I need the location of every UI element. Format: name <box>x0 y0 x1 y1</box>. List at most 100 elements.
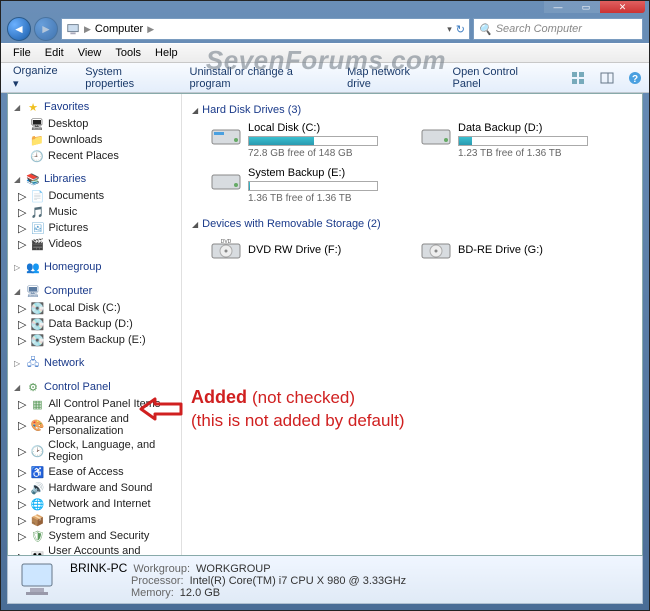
removable-section-header[interactable]: ◢ Devices with Removable Storage (2) <box>192 214 632 234</box>
device-dvd-rw[interactable]: DVD DVD RW Drive (F:) <box>210 236 400 264</box>
expand-icon: ▷ <box>14 359 22 368</box>
sidebar-item-ease[interactable]: ▷♿Ease of Access <box>8 464 181 480</box>
drive-icon: 💽 <box>30 333 44 347</box>
computer-large-icon <box>18 560 60 600</box>
drive-local-c[interactable]: Local Disk (C:) 72.8 GB free of 148 GB <box>210 122 400 159</box>
homegroup-icon: 👥 <box>26 260 40 274</box>
sidebar-item-recent[interactable]: 🕘Recent Places <box>8 148 181 164</box>
hdd-section-header[interactable]: ◢ Hard Disk Drives (3) <box>192 100 632 120</box>
search-icon: 🔍 <box>478 23 492 36</box>
preview-pane-icon[interactable] <box>598 69 614 87</box>
drive-usage-bar <box>248 136 378 146</box>
network-header[interactable]: ▷ 🖧 Network <box>8 354 181 372</box>
map-drive-button[interactable]: Map network drive <box>341 63 434 93</box>
expand-icon: ▷ <box>18 482 26 495</box>
sidebar-item-appearance[interactable]: ▷🎨Appearance and Personalization <box>8 412 181 438</box>
homegroup-header[interactable]: ▷ 👥 Homegroup <box>8 258 181 276</box>
sidebar-item-local-c[interactable]: ▷💽Local Disk (C:) <box>8 300 181 316</box>
device-name: DVD RW Drive (F:) <box>248 244 341 256</box>
expand-icon: ▷ <box>18 551 26 556</box>
optical-drive-icon <box>420 236 452 264</box>
processor-value: Intel(R) Core(TM) i7 CPU X 980 @ 3.33GHz <box>190 575 407 587</box>
cp-icon: 🔊 <box>30 481 44 495</box>
refresh-icon[interactable]: ↻ <box>456 23 465 36</box>
sidebar-item-all-cp[interactable]: ▷▦All Control Panel Items <box>8 396 181 412</box>
drive-icon: 💽 <box>30 317 44 331</box>
drive-bar-fill <box>459 137 472 145</box>
crumb-sep-icon: ▶ <box>147 24 154 35</box>
view-mode-icon[interactable] <box>570 69 586 87</box>
sidebar-item-netint[interactable]: ▷🌐Network and Internet <box>8 496 181 512</box>
menu-view[interactable]: View <box>72 45 108 61</box>
expand-icon: ▷ <box>18 238 26 251</box>
toolbar: Organize ▾ System properties Uninstall o… <box>1 63 649 93</box>
menu-help[interactable]: Help <box>149 45 184 61</box>
library-icon: 📄 <box>30 189 44 203</box>
drive-icon <box>420 122 452 150</box>
drive-system-e[interactable]: System Backup (E:) 1.36 TB free of 1.36 … <box>210 167 400 204</box>
sidebar-item-syssec[interactable]: ▷🛡System and Security <box>8 528 181 544</box>
organize-button[interactable]: Organize ▾ <box>7 62 67 93</box>
menu-tools[interactable]: Tools <box>109 45 147 61</box>
desktop-icon: 🖥 <box>30 117 44 131</box>
workgroup-value: WORKGROUP <box>196 563 271 575</box>
collapse-icon: ◢ <box>14 383 22 392</box>
favorites-header[interactable]: ◢ ★ Favorites <box>8 98 181 116</box>
folder-icon: 📁 <box>30 133 44 147</box>
sidebar-item-system-e[interactable]: ▷💽System Backup (E:) <box>8 332 181 348</box>
sidebar-item-videos[interactable]: ▷🎬Videos <box>8 236 181 252</box>
address-bar[interactable]: ▶ Computer ▶ ▾ ↻ <box>61 18 470 40</box>
uninstall-button[interactable]: Uninstall or change a program <box>184 63 330 93</box>
sidebar-item-downloads[interactable]: 📁Downloads <box>8 132 181 148</box>
sidebar-item-documents[interactable]: ▷📄Documents <box>8 188 181 204</box>
system-properties-button[interactable]: System properties <box>79 63 171 93</box>
computer-group: ◢ 🖥 Computer ▷💽Local Disk (C:) ▷💽Data Ba… <box>8 282 181 348</box>
search-box[interactable]: 🔍 Search Computer <box>473 18 643 40</box>
sidebar-item-users[interactable]: ▷👪User Accounts and Family Safety <box>8 544 181 555</box>
expand-icon: ▷ <box>18 419 26 432</box>
libraries-header[interactable]: ◢ 📚 Libraries <box>8 170 181 188</box>
open-cp-button[interactable]: Open Control Panel <box>447 63 547 93</box>
device-bd-re[interactable]: BD-RE Drive (G:) <box>420 236 610 264</box>
explorer-window: — ▭ ✕ ◄ ► ▶ Computer ▶ ▾ ↻ 🔍 Search Comp… <box>0 0 650 611</box>
drive-data-d[interactable]: Data Backup (D:) 1.23 TB free of 1.36 TB <box>420 122 610 159</box>
sidebar-item-data-d[interactable]: ▷💽Data Backup (D:) <box>8 316 181 332</box>
control-panel-header[interactable]: ◢ ⚙ Control Panel <box>8 378 181 396</box>
svg-text:DVD: DVD <box>221 239 232 245</box>
menu-edit[interactable]: Edit <box>39 45 70 61</box>
help-icon[interactable]: ? <box>627 69 643 87</box>
cp-icon: 🕑 <box>30 444 44 458</box>
computer-icon <box>66 22 80 36</box>
sidebar-item-music[interactable]: ▷🎵Music <box>8 204 181 220</box>
memory-label: Memory: <box>131 587 174 599</box>
close-button[interactable]: ✕ <box>600 1 645 13</box>
drive-usage-bar <box>458 136 588 146</box>
drive-free-text: 1.23 TB free of 1.36 TB <box>458 148 610 159</box>
drive-usage-bar <box>248 181 378 191</box>
drive-name: System Backup (E:) <box>248 167 400 179</box>
expand-icon: ▷ <box>18 206 26 219</box>
maximize-button[interactable]: ▭ <box>572 1 600 13</box>
drive-free-text: 1.36 TB free of 1.36 TB <box>248 193 400 204</box>
control-panel-icon: ⚙ <box>26 380 40 394</box>
sidebar-item-hardware[interactable]: ▷🔊Hardware and Sound <box>8 480 181 496</box>
address-dropdown-icon[interactable]: ▾ <box>447 24 452 35</box>
expand-icon: ▷ <box>18 445 26 458</box>
cp-icon: ▦ <box>30 397 44 411</box>
crumb-sep-icon: ▶ <box>84 24 91 35</box>
cp-icon: 🎨 <box>30 418 44 432</box>
collapse-icon: ◢ <box>192 220 198 229</box>
minimize-button[interactable]: — <box>544 1 572 13</box>
menu-file[interactable]: File <box>7 45 37 61</box>
computer-header[interactable]: ◢ 🖥 Computer <box>8 282 181 300</box>
forward-button[interactable]: ► <box>34 17 58 41</box>
sidebar-item-clock[interactable]: ▷🕑Clock, Language, and Region <box>8 438 181 464</box>
sidebar-item-programs[interactable]: ▷📦Programs <box>8 512 181 528</box>
sidebar-item-pictures[interactable]: ▷🖼Pictures <box>8 220 181 236</box>
back-button[interactable]: ◄ <box>7 17 31 41</box>
sidebar-item-desktop[interactable]: 🖥Desktop <box>8 116 181 132</box>
breadcrumb-computer[interactable]: Computer <box>95 23 143 35</box>
expand-icon: ▷ <box>18 466 26 479</box>
expand-icon: ▷ <box>18 398 26 411</box>
memory-value: 12.0 GB <box>180 587 220 599</box>
